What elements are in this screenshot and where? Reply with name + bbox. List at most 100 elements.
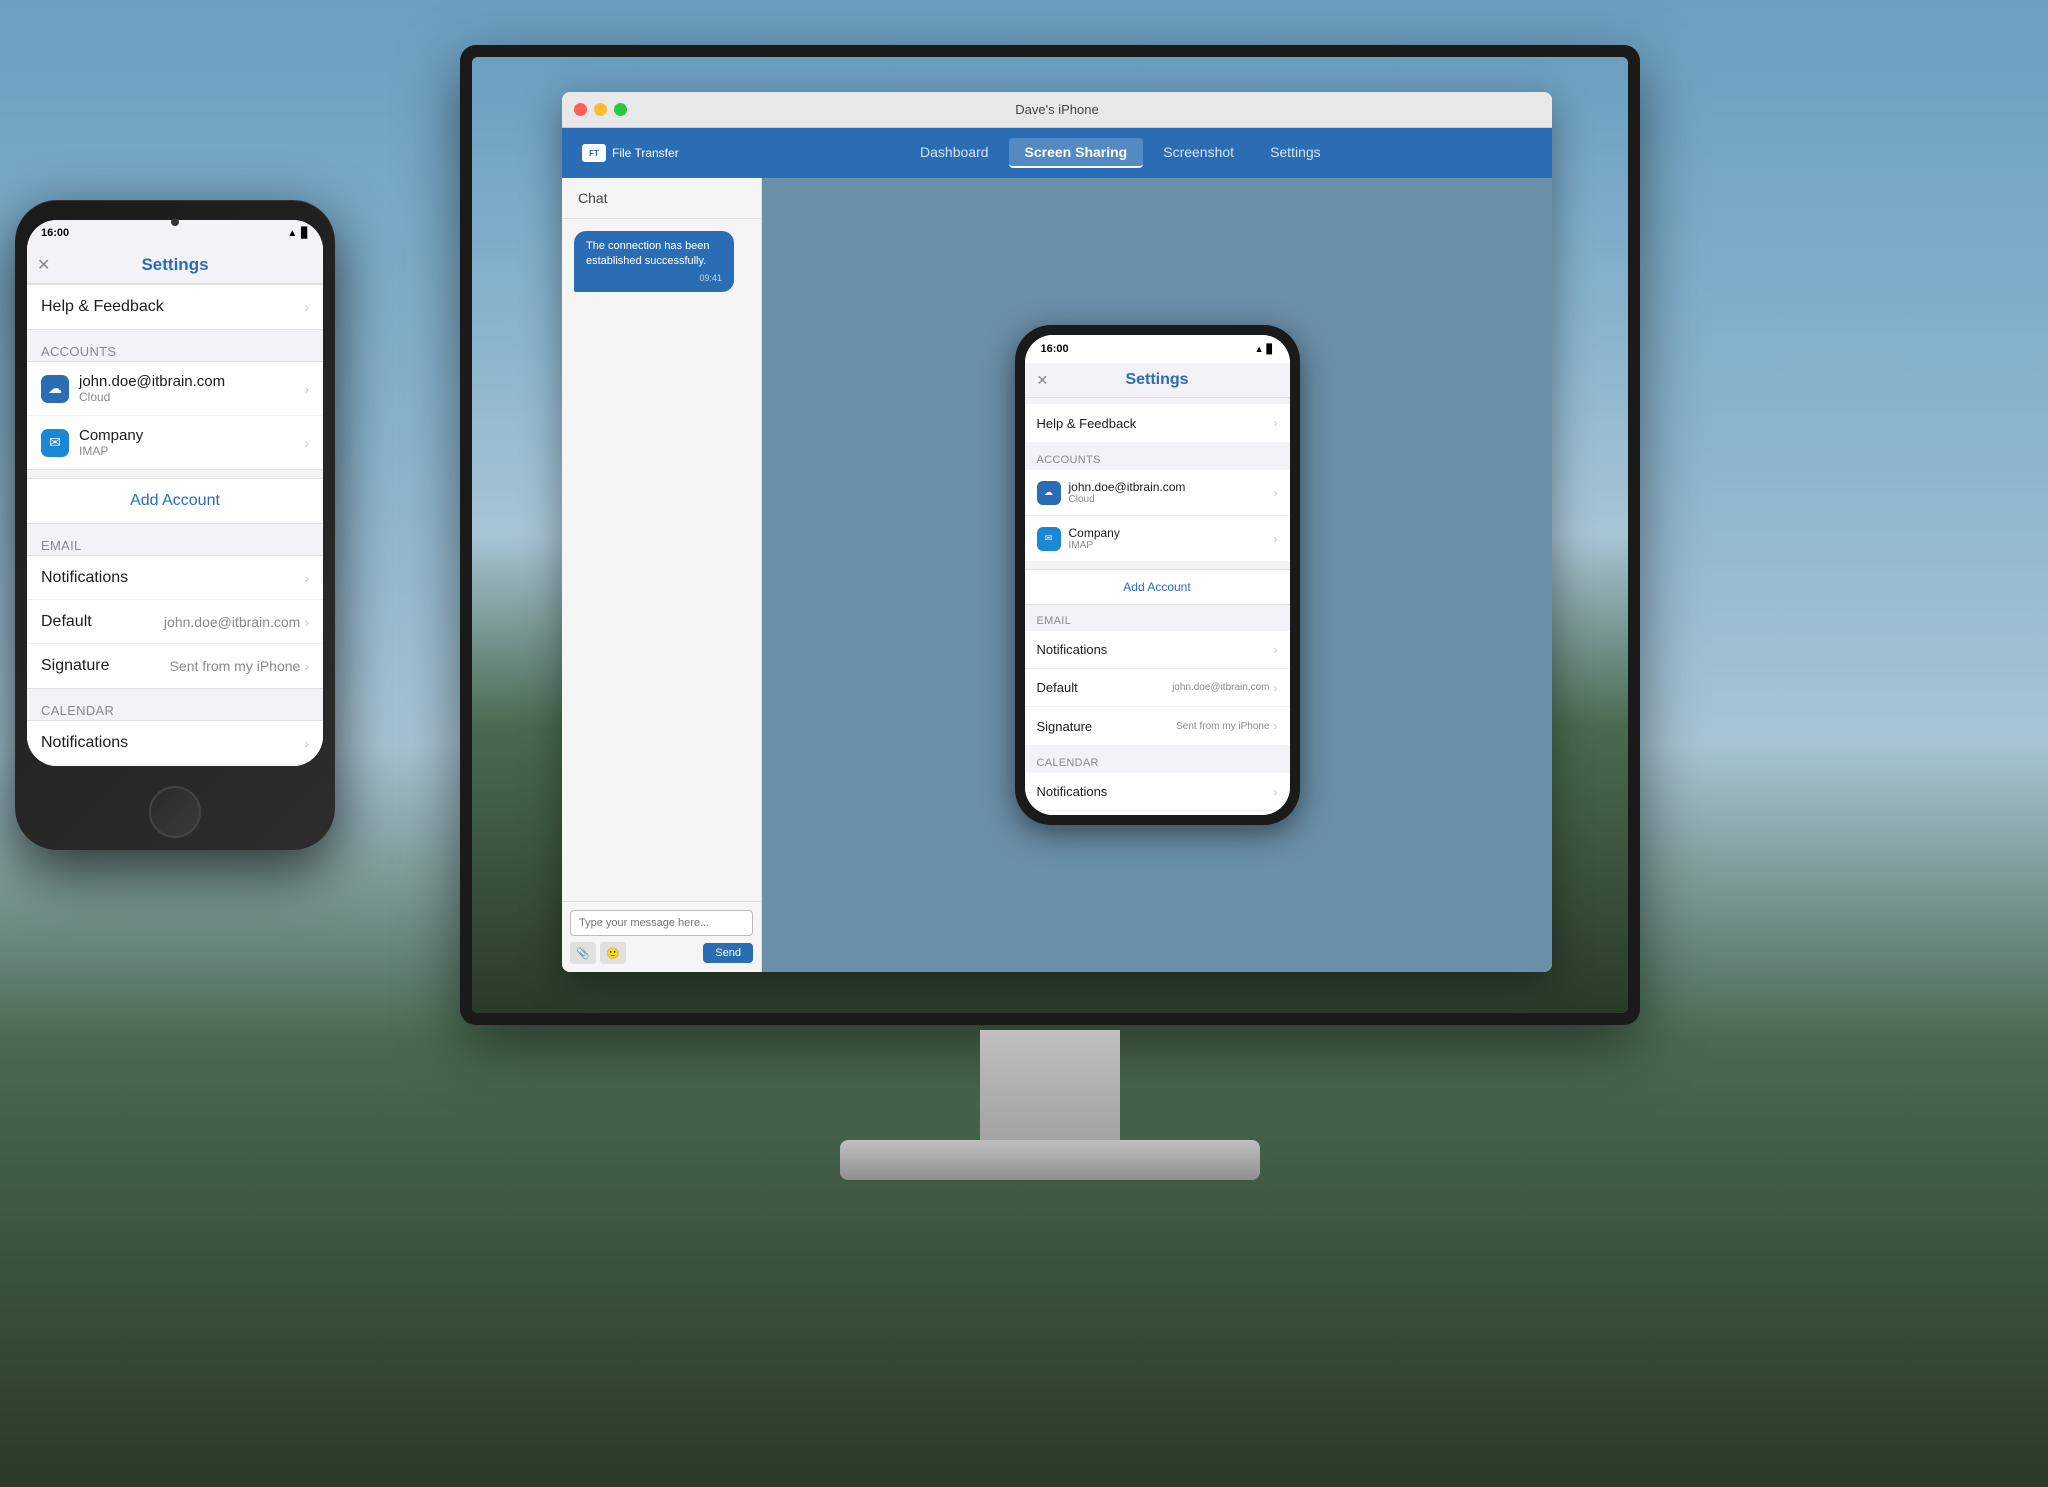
email-signature-value: Sent from my iPhone [170,658,301,674]
chat-input-field[interactable] [570,910,753,936]
accounts-section-label: Accounts [27,338,323,361]
mirror-settings-title: Settings [1125,371,1188,389]
chat-attach-button[interactable]: 📎 [570,942,596,964]
mirror-email-header: Email [1025,611,1290,631]
calendar-group: Notifications › Default › [27,720,323,766]
chat-message-time: 09:41 [586,272,722,285]
calendar-default-row[interactable]: Default › [27,765,323,766]
account-cloud-name: john.doe@itbrain.com [79,373,304,390]
mirror-email-default-value: john.doe@itbrain.com [1172,682,1269,693]
mirror-cloud-chevron-icon: › [1274,486,1278,500]
calendar-notifications-row[interactable]: Notifications › [27,721,323,765]
mirror-account-cloud-name: john.doe@itbrain.com [1069,480,1274,494]
email-section-label: Email [27,532,323,555]
mirror-email-signature-value: Sent from my iPhone [1176,721,1269,732]
iphone-close-button[interactable]: ✕ [37,255,50,275]
add-account-button[interactable]: Add Account [27,478,323,524]
mirror-calendar-default-row[interactable]: Default › [1025,811,1290,815]
account-imap-chevron-icon: › [304,435,309,451]
monitor-stand-base [840,1140,1260,1180]
nav-screen-sharing[interactable]: Screen Sharing [1009,138,1144,168]
mirror-close-icon[interactable]: ✕ [1037,372,1049,389]
accounts-group: ☁ john.doe@itbrain.com Cloud › ✉ Company… [27,361,323,470]
iphone-body: 16:00 ▲ ▊ ✕ Settings Help & Feedback › [15,200,335,850]
iphone-status-icons: ▲ ▊ [287,228,309,239]
toolbar-nav: Dashboard Screen Sharing Screenshot Sett… [709,138,1532,168]
mirror-add-account-button[interactable]: Add Account [1025,569,1290,605]
mirror-email-signature-chevron-icon: › [1274,719,1278,733]
account-cloud-type: Cloud [79,390,304,404]
mirror-account-imap-row[interactable]: ✉ Company IMAP › [1025,516,1290,561]
email-signature-row[interactable]: Signature Sent from my iPhone › [27,644,323,688]
chat-message-bubble: The connection has been established succ… [574,231,734,292]
app-logo-icon: FT [582,144,606,162]
battery-icon: ▊ [301,228,309,239]
mirror-calendar-notifications-label: Notifications [1037,784,1274,799]
app-logo-text: File Transfer [612,146,679,160]
maximize-traffic-light[interactable] [614,103,627,116]
traffic-lights [574,103,627,116]
mail-account-icon: ✉ [41,429,69,457]
account-imap-name: Company [79,427,304,444]
mirror-accounts-group: ☁ john.doe@itbrain.com Cloud › [1025,470,1290,561]
mirror-email-notifications-row[interactable]: Notifications › [1025,631,1290,669]
calendar-notifications-chevron-icon: › [304,735,309,751]
email-group: Notifications › Default john.doe@itbrain… [27,555,323,689]
nav-dashboard[interactable]: Dashboard [904,138,1005,168]
email-signature-chevron-icon: › [304,658,309,674]
minimize-traffic-light[interactable] [594,103,607,116]
chat-input-area: 📎 🙂 Send [562,901,761,972]
iphone-settings-title: Settings [141,255,208,275]
mirror-email-notifications-chevron-icon: › [1274,643,1278,657]
monitor-screen: Dave's iPhone FT File Transfer Dashboard… [472,57,1628,1013]
account-imap-type: IMAP [79,444,304,458]
monitor-stand-neck [980,1030,1120,1150]
mirror-email-signature-row[interactable]: Signature Sent from my iPhone › [1025,707,1290,745]
mirror-account-cloud-row[interactable]: ☁ john.doe@itbrain.com Cloud › [1025,470,1290,516]
email-default-label: Default [41,613,164,631]
nav-screenshot[interactable]: Screenshot [1147,138,1250,168]
account-cloud-row[interactable]: ☁ john.doe@itbrain.com Cloud › [27,362,323,416]
email-default-row[interactable]: Default john.doe@itbrain.com › [27,600,323,644]
help-feedback-label: Help & Feedback [41,298,304,316]
help-feedback-group: Help & Feedback › [27,284,323,330]
mirror-cloud-icon: ☁ [1037,481,1061,505]
chat-messages: The connection has been established succ… [562,219,761,901]
mirror-accounts-header: Accounts [1025,450,1290,470]
iphone-mirror-screen: 16:00 ▲ ▊ ✕ Sett [1025,335,1290,815]
main-content: Chat The connection has been established… [562,178,1552,972]
iphone-home-button[interactable] [149,786,201,838]
close-traffic-light[interactable] [574,103,587,116]
chat-send-button[interactable]: Send [703,943,753,963]
account-cloud-chevron-icon: › [304,381,309,397]
mirror-account-cloud-info: john.doe@itbrain.com Cloud [1069,480,1274,505]
calendar-notifications-label: Notifications [41,734,304,752]
chat-sidebar: Chat The connection has been established… [562,178,762,972]
account-imap-info: Company IMAP [79,427,304,458]
iphone-time: 16:00 [41,227,69,239]
iphone-camera [171,218,179,226]
mirror-help-row[interactable]: Help & Feedback › [1025,404,1290,442]
mirror-email-default-row[interactable]: Default john.doe@itbrain.com › [1025,669,1290,707]
monitor-bezel: Dave's iPhone FT File Transfer Dashboard… [460,45,1640,1025]
mirror-status-icons: ▲ ▊ [1255,344,1274,355]
mirror-status-bar: 16:00 ▲ ▊ [1025,335,1290,363]
mirror-help-chevron-icon: › [1274,416,1278,430]
mirror-calendar-notifications-chevron-icon: › [1274,785,1278,799]
account-imap-row[interactable]: ✉ Company IMAP › [27,416,323,469]
mirror-time: 16:00 [1041,343,1069,355]
window-title: Dave's iPhone [1015,102,1098,117]
mirror-email-group: Notifications › Default john.doe@itbrain… [1025,631,1290,745]
mirror-calendar-header: Calendar [1025,753,1290,773]
email-notifications-row[interactable]: Notifications › [27,556,323,600]
iphone-mirror-device: 16:00 ▲ ▊ ✕ Sett [1015,325,1300,825]
iphone-screen: 16:00 ▲ ▊ ✕ Settings Help & Feedback › [27,220,323,766]
mirror-account-imap-info: Company IMAP [1069,526,1274,551]
nav-settings[interactable]: Settings [1254,138,1337,168]
chat-emoji-button[interactable]: 🙂 [600,942,626,964]
email-notifications-label: Notifications [41,569,304,587]
mirror-calendar-notifications-row[interactable]: Notifications › [1025,773,1290,811]
mirror-nav-bar: ✕ Settings [1025,363,1290,398]
help-feedback-row[interactable]: Help & Feedback › [27,285,323,329]
account-cloud-info: john.doe@itbrain.com Cloud [79,373,304,404]
